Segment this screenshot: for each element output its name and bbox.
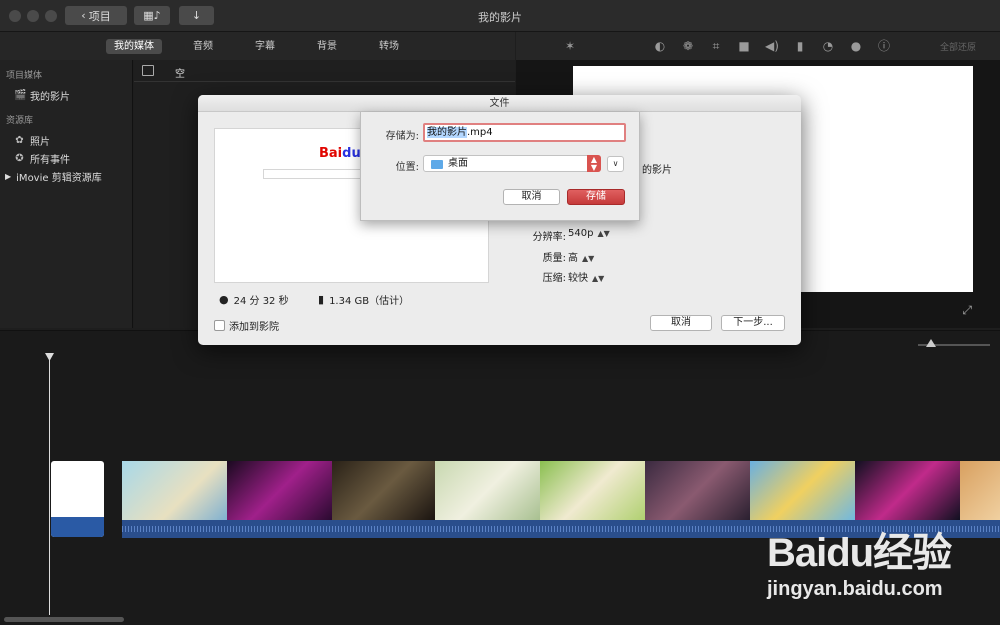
quality-value: 高 [568, 253, 578, 264]
compression-value: 较快 [568, 273, 588, 284]
browser-tab-bar: 我的媒体 音频 字幕 背景 转场 [0, 32, 515, 60]
document-icon: ▮ [318, 293, 325, 306]
tab-my-media[interactable]: 我的媒体 [106, 39, 162, 54]
sidebar-item-label: 照片 [30, 137, 50, 148]
filename-extension: .mp4 [467, 127, 493, 138]
color-balance-icon[interactable]: ◐ [652, 38, 668, 54]
title-bar: ‹ 项目 ▦♪ ↓ 我的影片 [0, 0, 1000, 32]
watermark-logo: Baidu经验 [767, 531, 952, 575]
add-to-theater-label: 添加到影院 [229, 322, 279, 333]
stepper-arrows-icon: ▲▼ [592, 274, 605, 283]
location-popup[interactable]: 桌面 ▲ ▼ [423, 155, 601, 172]
next-button[interactable]: 下一步... [721, 315, 785, 331]
popup-arrows-icon: ▲ ▼ [587, 155, 601, 172]
clapperboard-icon: 🎬 [14, 90, 27, 101]
clip-thumbnail [227, 461, 332, 520]
expand-sheet-button[interactable]: ∨ [607, 156, 624, 172]
crop-icon[interactable]: ⌗ [708, 38, 724, 54]
baidu-jingyan-watermark: Baidu经验 jingyan.baidu.com [767, 520, 992, 605]
color-palette-icon[interactable]: ❁ [680, 38, 696, 54]
libraries-sidebar: 项目媒体 🎬 我的影片 资源库 ✿ 照片 ✪ 所有事件 ▶ iMovie 剪辑资… [0, 60, 133, 328]
reset-all-button[interactable]: 全部还原 [940, 40, 976, 53]
resolution-value: 540p [568, 228, 594, 239]
fullscreen-icon[interactable]: ⤢ [962, 303, 972, 318]
disclosure-triangle-icon[interactable]: ▶ [5, 172, 11, 181]
chevron-down-icon: ∨ [612, 159, 619, 168]
tab-backgrounds[interactable]: 背景 [309, 39, 345, 54]
equalizer-icon[interactable]: ▮ [792, 38, 808, 54]
tab-audio[interactable]: 音频 [185, 39, 221, 54]
timeline-clip-baidu[interactable] [51, 461, 104, 537]
resolution-label: 分辨率: [532, 232, 566, 243]
browser-header: 空 [134, 60, 515, 82]
timeline-video-clip[interactable] [122, 461, 1000, 520]
save-cancel-button[interactable]: 取消 [503, 189, 560, 205]
sidebar-item-label: iMovie 剪辑资源库 [16, 173, 102, 184]
filename-selected-text: 我的影片 [427, 127, 467, 138]
clip-thumbnail [332, 461, 435, 520]
timeline-scrollbar[interactable] [4, 617, 124, 622]
section-project-media: 项目媒体 [6, 71, 43, 81]
duration-value: 24 分 32 秒 [233, 296, 289, 307]
browser-empty-label: 空 [175, 69, 185, 80]
dialog-cancel-button[interactable]: 取消 [650, 315, 712, 331]
file-size-info: ▮ 1.34 GB（估计） [318, 292, 409, 307]
save-as-label: 存储为: [385, 131, 419, 142]
filename-input[interactable]: 我的影片.mp4 [423, 123, 626, 142]
star-box-icon: ✪ [15, 153, 24, 164]
camera-stabilize-icon[interactable]: ■ [736, 38, 752, 54]
dialog-title: 文件 [198, 95, 801, 112]
volume-icon[interactable]: ◀) [764, 38, 780, 54]
sidebar-item-all-events[interactable]: ✪ 所有事件 [14, 151, 70, 166]
clock-icon: ● [219, 293, 229, 306]
window-title: 我的影片 [478, 11, 522, 24]
info-icon[interactable]: ⓘ [876, 38, 892, 54]
folder-icon [431, 160, 443, 169]
tab-transitions[interactable]: 转场 [371, 39, 407, 54]
clip-thumbnail [750, 461, 855, 520]
quality-label: 质量: [542, 253, 566, 264]
add-to-theater-checkbox[interactable] [214, 320, 225, 331]
stepper-arrows-icon: ▲▼ [597, 229, 610, 238]
location-label: 位置: [395, 162, 419, 173]
sidebar-item-photos[interactable]: ✿ 照片 [14, 133, 50, 148]
sidebar-item-my-movie[interactable]: 🎬 我的影片 [14, 88, 70, 103]
sidebar-toggle-icon[interactable] [142, 65, 154, 76]
partial-description: 的影片 [642, 165, 672, 176]
sidebar-item-imovie-library[interactable]: ▶ iMovie 剪辑资源库 [5, 169, 102, 184]
clip-thumbnail [645, 461, 750, 520]
clip-thumbnail [122, 461, 227, 520]
duration-info: ● 24 分 32 秒 [219, 292, 289, 307]
sidebar-item-label: 我的影片 [30, 92, 70, 103]
add-to-theater-option[interactable]: 添加到影院 [214, 318, 279, 333]
section-libraries: 资源库 [6, 116, 34, 126]
viewer-toolbar: ✶ ◐ ❁ ⌗ ■ ◀) ▮ ◔ ● ⓘ 全部还原 [516, 32, 1000, 60]
clip-thumbnail [435, 461, 540, 520]
playhead[interactable] [49, 355, 50, 615]
stepper-arrows-icon: ▲▼ [582, 254, 595, 263]
clip-thumbnail [540, 461, 645, 520]
save-button[interactable]: 存储 [567, 189, 625, 205]
magic-wand-icon[interactable]: ✶ [562, 38, 578, 54]
compression-label: 压缩: [542, 273, 566, 284]
clip-thumbnail [855, 461, 960, 520]
watermark-url: jingyan.baidu.com [767, 578, 943, 600]
file-size-value: 1.34 GB（估计） [329, 296, 410, 307]
speed-icon[interactable]: ◔ [820, 38, 836, 54]
tab-titles[interactable]: 字幕 [247, 39, 283, 54]
clip-thumbnail [960, 461, 1000, 520]
filter-icon[interactable]: ● [848, 38, 864, 54]
location-value: 桌面 [448, 158, 468, 169]
save-sheet: 存储为: 我的影片.mp4 位置: 桌面 ▲ ▼ ∨ 取消 存储 [360, 112, 640, 221]
baidu-logo: Baidu [319, 146, 361, 161]
sidebar-item-label: 所有事件 [30, 155, 70, 166]
clip-audio-bar [51, 517, 104, 537]
timeline-zoom-knob[interactable] [926, 339, 936, 347]
photos-flower-icon: ✿ [15, 135, 24, 146]
